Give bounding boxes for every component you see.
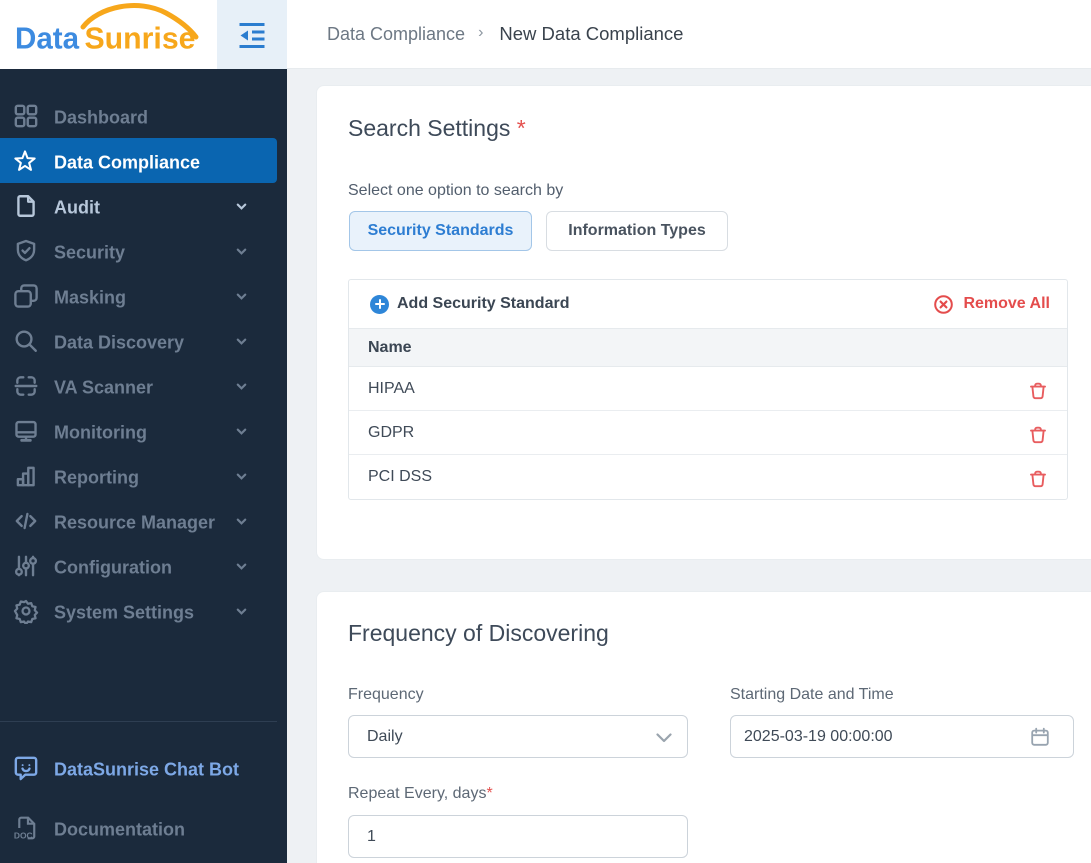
svg-text:DOC: DOC <box>13 830 32 840</box>
svg-text:Data: Data <box>15 21 80 56</box>
svg-text:Sunrise: Sunrise <box>85 21 196 56</box>
